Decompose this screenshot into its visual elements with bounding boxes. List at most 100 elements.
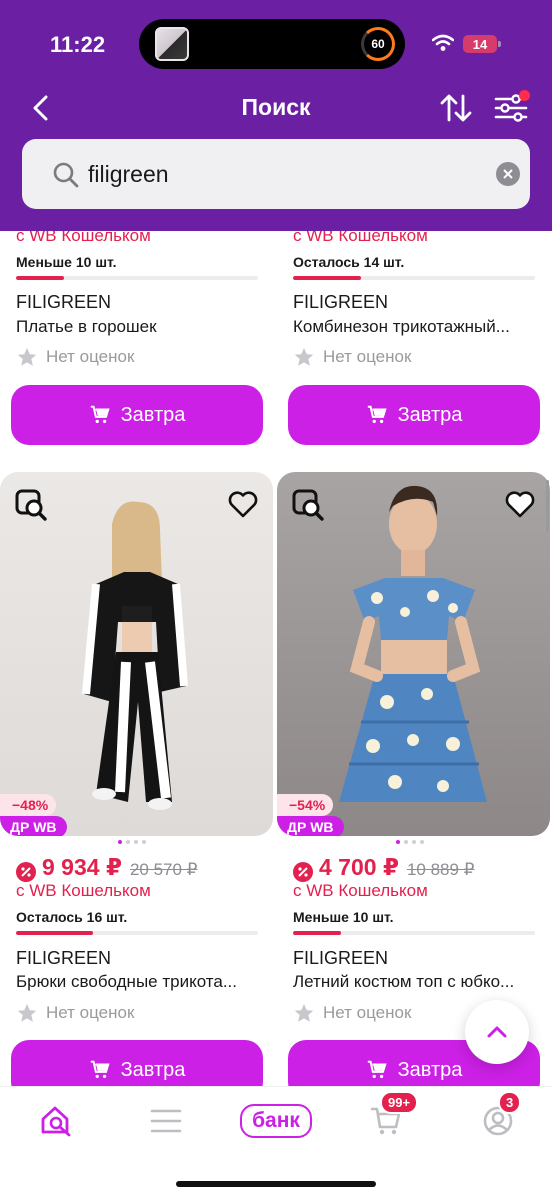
add-to-cart-button[interactable]: Завтра: [11, 385, 263, 445]
pagination-dot: [118, 840, 122, 844]
stock-label: Осталось 14 шт.: [293, 254, 405, 270]
pagination-dot: [142, 840, 146, 844]
brand-name: FILIGREEN: [16, 948, 112, 968]
current-price: 9 934 ₽: [42, 854, 122, 880]
rating-label: Нет оценок: [46, 347, 135, 366]
catalog-icon: [150, 1109, 182, 1133]
wallet-discount-icon: [16, 862, 36, 882]
product-card-3[interactable]: −48% ДР WB 9 934 ₽ 20 570 ₽ с WB Кошельк…: [0, 472, 275, 1100]
cart-count-badge: 99+: [380, 1091, 419, 1114]
brand-name: FILIGREEN: [16, 292, 112, 312]
pagination-dot: [126, 840, 130, 844]
add-to-cart-button[interactable]: Завтра: [288, 385, 540, 445]
nav-bank[interactable]: банк: [240, 1101, 312, 1141]
pagination-dot: [412, 840, 416, 844]
promo-badge: ДР WB: [0, 816, 67, 836]
pagination-dot: [420, 840, 424, 844]
price-row: 9 934 ₽ 20 570 ₽: [16, 854, 198, 882]
home-indicator: [176, 1181, 376, 1187]
cart-icon: [367, 405, 387, 424]
pagination-dot: [396, 840, 400, 844]
product-title: Летний костюм топ с юбко...: [293, 972, 515, 991]
star-icon: [294, 347, 314, 366]
cart-icon: [367, 1060, 387, 1079]
heart-icon[interactable]: [227, 488, 259, 520]
price-row: 4 700 ₽ 10 889 ₽: [293, 854, 475, 882]
app-header: 11:22 60 14 Поиск: [0, 0, 552, 231]
product-card-4[interactable]: −54% ДР WB 4 700 ₽ 10 889 ₽ с WB Кошельк…: [277, 472, 552, 1100]
scrollbar[interactable]: [546, 480, 549, 532]
scroll-to-top-button[interactable]: [465, 1000, 529, 1064]
stock-fill: [16, 276, 65, 280]
rating: Нет оценок: [16, 346, 134, 368]
search-input[interactable]: [88, 157, 488, 191]
sort-button[interactable]: [436, 90, 476, 126]
stock-label: Меньше 10 шт.: [16, 254, 117, 270]
similar-search-icon[interactable]: [14, 488, 48, 522]
wifi-icon: [432, 34, 454, 51]
image-pagination-dots: [118, 840, 146, 844]
stock-fill: [16, 931, 94, 935]
wallet-discount-icon: [293, 862, 313, 882]
stock-bar: [293, 276, 535, 280]
star-icon: [17, 347, 37, 366]
model-photo: [82, 501, 188, 810]
wallet-price-label: с WB Кошельком: [293, 881, 428, 900]
bank-label: банк: [240, 1104, 312, 1138]
cart-button-label: Завтра: [120, 1058, 186, 1081]
stock-label: Осталось 16 шт.: [16, 909, 128, 925]
stock-label: Меньше 10 шт.: [293, 909, 394, 925]
stock-bar: [16, 931, 258, 935]
product-title: Брюки свободные трикота...: [16, 972, 237, 991]
old-price: 20 570 ₽: [129, 860, 198, 879]
live-activity-thumbnail: [155, 27, 189, 61]
cart-button-label: Завтра: [397, 403, 463, 426]
wallet-price-label: с WB Кошельком: [16, 881, 151, 900]
status-time: 11:22: [50, 32, 106, 57]
home-icon: [41, 1106, 71, 1137]
activity-ring: 60: [361, 27, 395, 61]
current-price: 4 700 ₽: [319, 854, 399, 880]
heart-icon[interactable]: [504, 488, 536, 520]
stock-fill: [293, 276, 361, 280]
stock-bar: [293, 931, 535, 935]
cart-icon: [90, 405, 110, 424]
model-photo: [339, 485, 487, 802]
discount-badge: −54%: [277, 794, 334, 816]
brand-name: FILIGREEN: [293, 948, 389, 968]
nav-profile[interactable]: 3: [478, 1091, 522, 1141]
sort-icon: [440, 94, 472, 122]
image-pagination-dots: [396, 840, 424, 844]
status-bar: 11:22 60 14: [0, 0, 552, 90]
chevron-up-icon: [487, 1026, 507, 1038]
nav-home[interactable]: [36, 1101, 76, 1141]
nav-cart[interactable]: 99+: [366, 1091, 419, 1141]
product-title: Платье в горошек: [16, 317, 157, 336]
cart-icon: [90, 1060, 110, 1079]
cart-button-label: Завтра: [120, 403, 186, 426]
rating-label: Нет оценок: [46, 1003, 135, 1022]
pagination-dot: [134, 840, 138, 844]
nav-catalog[interactable]: [146, 1101, 186, 1141]
rating: Нет оценок: [16, 1002, 134, 1024]
search-icon: [53, 162, 79, 188]
old-price: 10 889 ₽: [406, 860, 475, 879]
filter-button[interactable]: [490, 90, 532, 126]
profile-notification-badge: 3: [498, 1091, 522, 1114]
product-title: Комбинезон трикотажный...: [293, 317, 510, 336]
dynamic-island: 60: [139, 19, 405, 69]
discount-badge: −48%: [0, 794, 57, 816]
stock-bar: [16, 276, 258, 280]
similar-search-icon[interactable]: [291, 488, 325, 522]
clear-icon[interactable]: [496, 162, 520, 186]
product-image[interactable]: −54% ДР WB: [277, 472, 550, 836]
brand-name: FILIGREEN: [293, 292, 389, 312]
product-image[interactable]: −48% ДР WB: [0, 472, 273, 836]
battery-indicator: 14: [463, 35, 501, 53]
rating: Нет оценок: [293, 1002, 411, 1024]
star-icon: [17, 1003, 37, 1022]
star-icon: [294, 1003, 314, 1022]
cart-button-label: Завтра: [397, 1058, 463, 1081]
rating-label: Нет оценок: [323, 347, 412, 366]
search-bar[interactable]: [22, 139, 530, 209]
